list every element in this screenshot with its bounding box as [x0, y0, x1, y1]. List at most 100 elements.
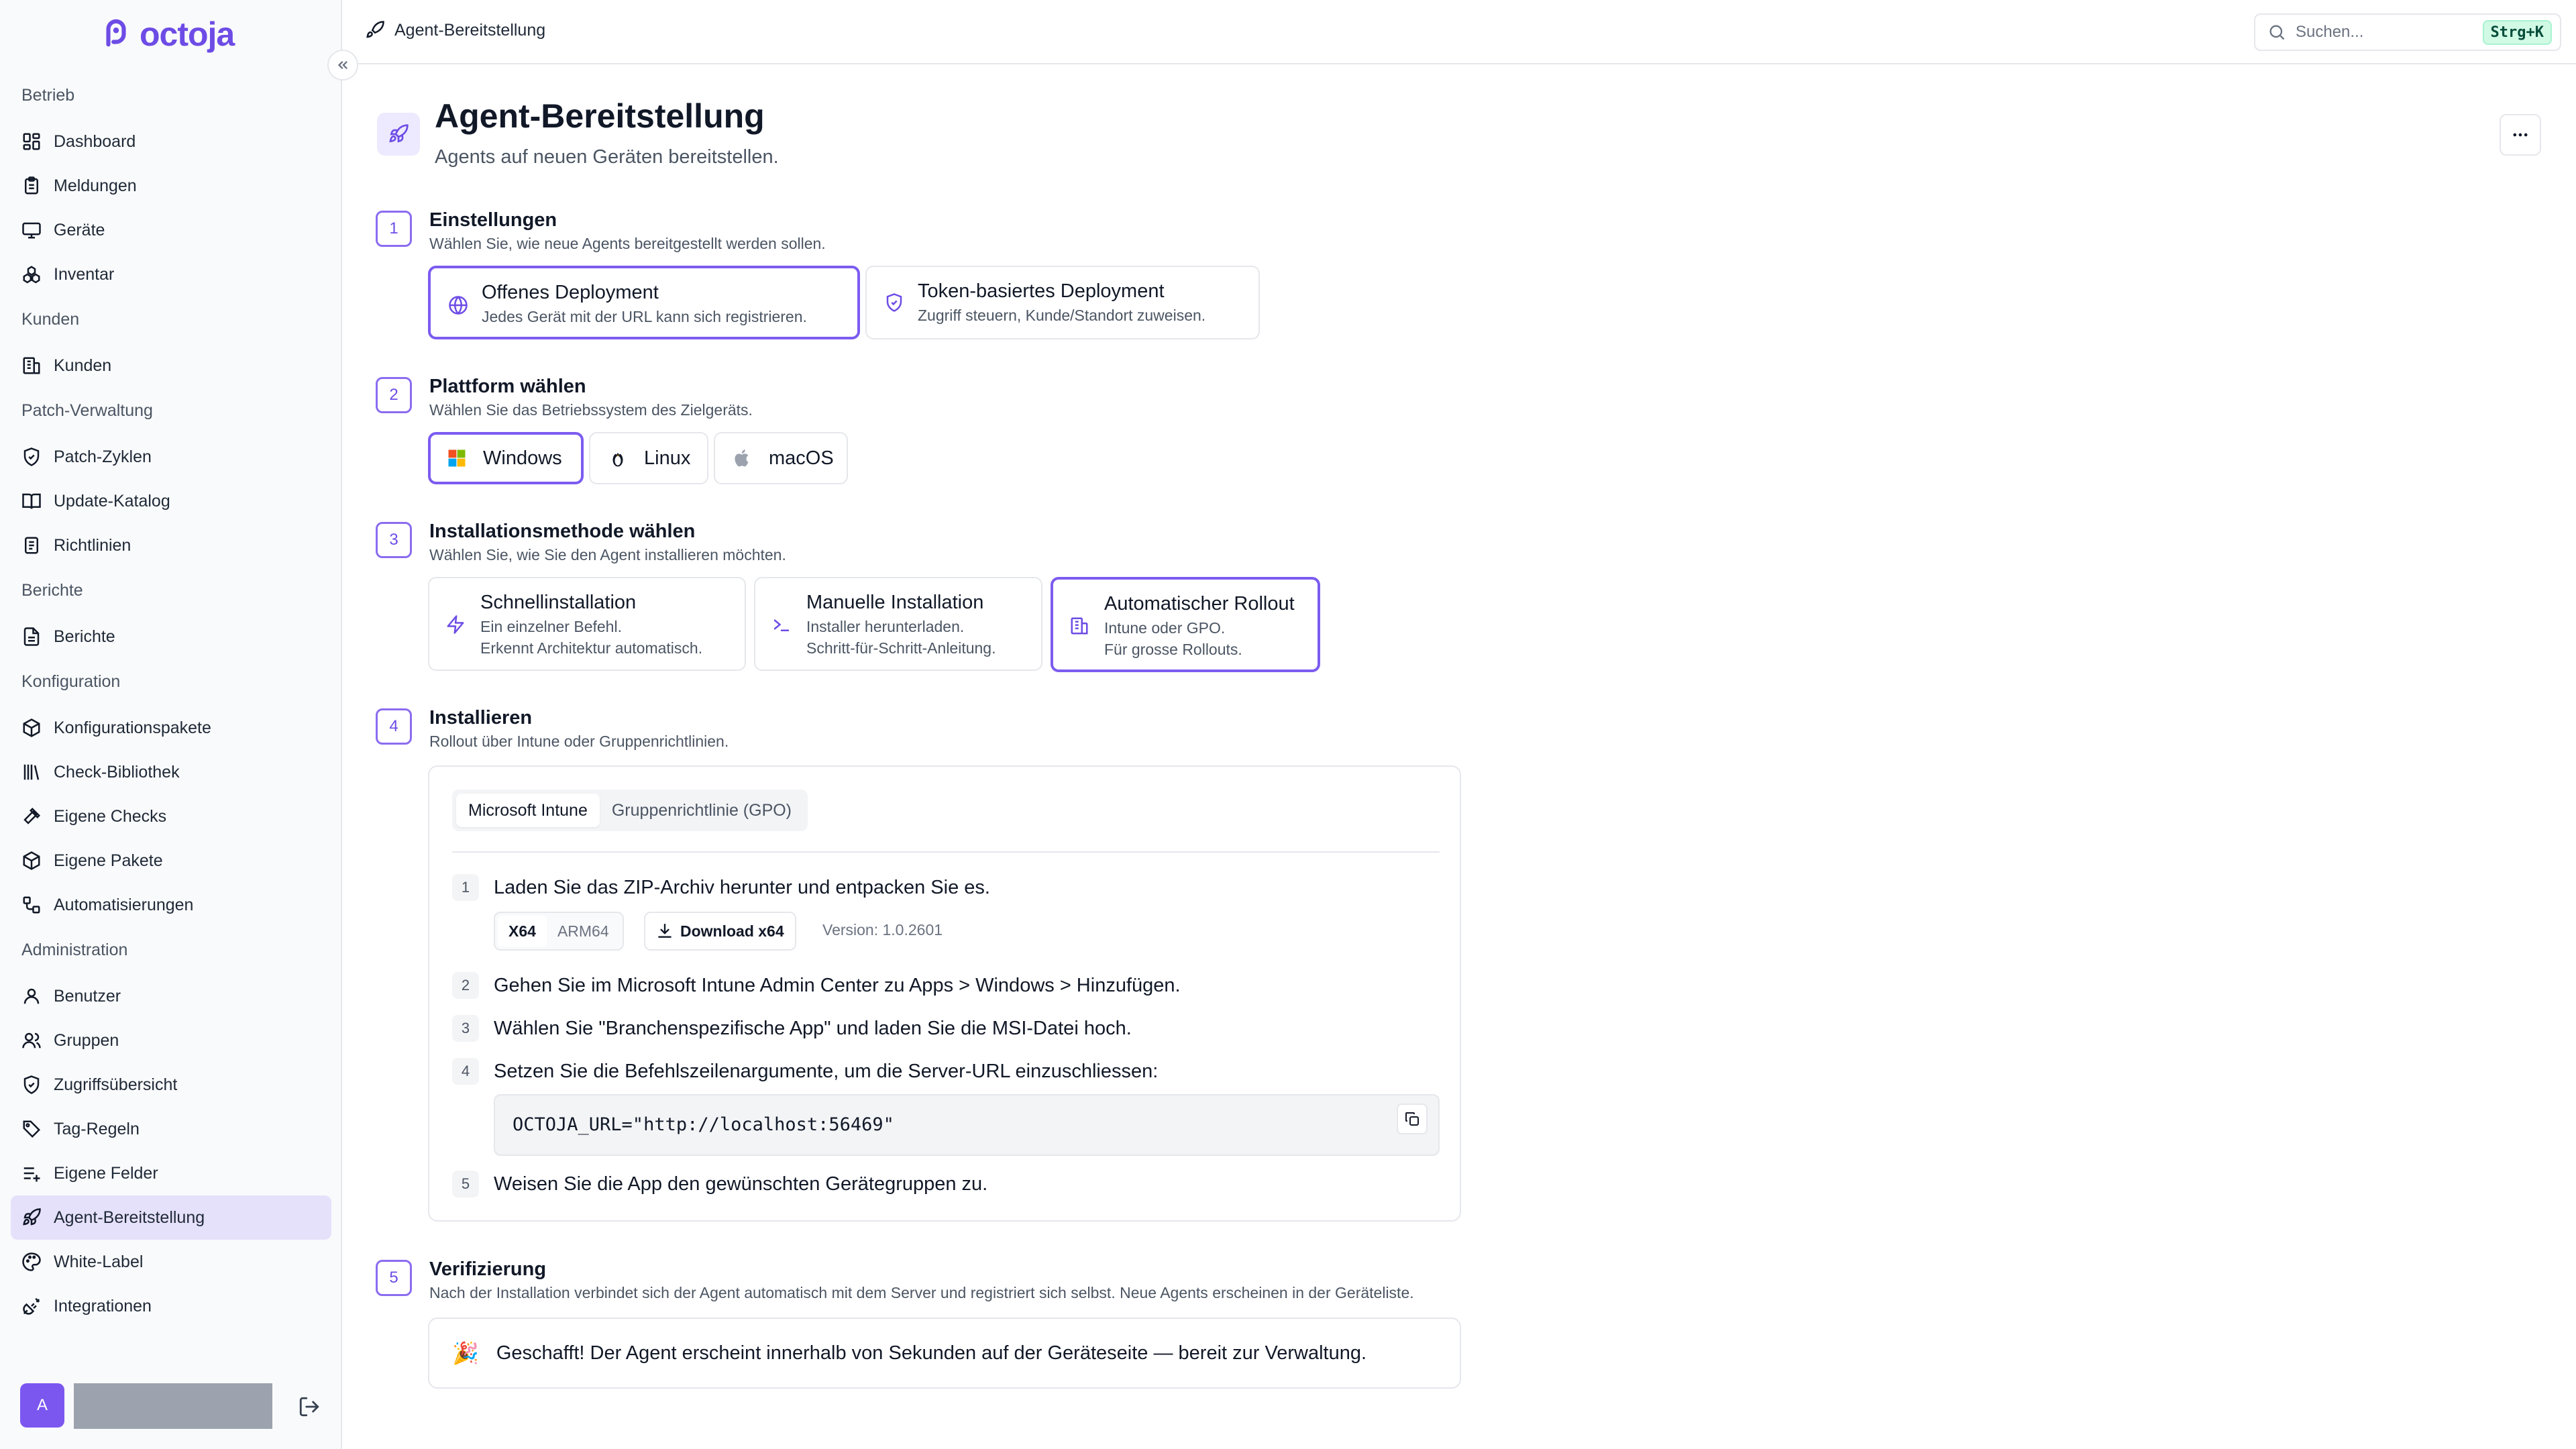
sidebar-item-inventar[interactable]: Inventar [11, 252, 331, 297]
sidebar-item-integrationen[interactable]: Integrationen [11, 1284, 331, 1328]
platform-macos[interactable]: macOS [714, 432, 848, 484]
sidebar-item-label: Automatisierungen [54, 895, 194, 914]
sidebar-item-eigene-pakete[interactable]: Eigene Pakete [11, 839, 331, 883]
sidebar-item-automatisierungen[interactable]: Automatisierungen [11, 883, 331, 927]
topbar: Agent-Bereitstellung Suchen... Strg+K [342, 0, 2576, 64]
building-icon [23, 357, 40, 374]
building-icon [1071, 617, 1088, 635]
party-popper-icon: 🎉 [452, 1341, 479, 1365]
main-content: Agent-Bereitstellung Agents auf neuen Ge… [342, 64, 2576, 1449]
sidebar-item-berichte[interactable]: Berichte [11, 614, 331, 659]
sidebar-item-label: Kunden [54, 356, 112, 375]
sidebar-item-zugriffsuebersicht[interactable]: Zugriffsübersicht [11, 1063, 331, 1107]
sidebar-item-label: Eigene Checks [54, 806, 167, 826]
download-label: Download x64 [680, 922, 784, 940]
success-text: Geschafft! Der Agent erscheint innerhalb… [496, 1342, 1367, 1364]
step-title: Installationsmethode wählen [429, 521, 696, 542]
sidebar-item-check-bibliothek[interactable]: Check-Bibliothek [11, 750, 331, 794]
platform-label: macOS [769, 447, 834, 469]
plug-icon [23, 1297, 40, 1315]
sidebar-item-label: Eigene Felder [54, 1163, 158, 1183]
sidebar-item-benutzer[interactable]: Benutzer [11, 974, 331, 1018]
hammer-icon [23, 807, 41, 824]
method-manual-install[interactable]: Manuelle Installation Installer herunter… [754, 577, 1042, 671]
sidebar-item-white-label[interactable]: White-Label [11, 1240, 331, 1284]
sidebar-item-patch-zyklen[interactable]: Patch-Zyklen [11, 435, 331, 479]
code-block: OCTOJA_URL="http://localhost:56469" [494, 1094, 1440, 1156]
platform-linux[interactable]: Linux [589, 432, 708, 484]
download-button[interactable]: Download x64 [644, 912, 796, 951]
install-instructions-card: Microsoft Intune Gruppenrichtlinie (GPO)… [428, 765, 1461, 1222]
book-icon [22, 493, 41, 509]
avatar[interactable]: A [20, 1383, 64, 1428]
instruction-number: 3 [452, 1015, 479, 1042]
platform-windows[interactable]: Windows [428, 432, 584, 484]
step-description: Wählen Sie, wie neue Agents bereitgestel… [429, 235, 826, 252]
success-message: 🎉 Geschafft! Der Agent erscheint innerha… [428, 1318, 1461, 1389]
monitor-icon [22, 222, 41, 239]
terminal-icon [773, 619, 790, 631]
sidebar-item-label: Konfigurationspakete [54, 718, 211, 737]
method-title: Automatischer Rollout [1104, 593, 1295, 614]
instruction-text: Setzen Sie die Befehlszeilenargumente, u… [494, 1061, 1159, 1082]
list-plus-icon [23, 1167, 40, 1182]
method-automatic-rollout[interactable]: Automatischer Rollout Intune oder GPO. F… [1051, 577, 1320, 672]
nav-group-title: Administration [21, 941, 128, 959]
brand-logo[interactable]: octoja [101, 15, 235, 54]
sidebar-item-label: White-Label [54, 1252, 144, 1271]
copy-button[interactable] [1397, 1104, 1428, 1134]
octoja-logo-icon [106, 19, 126, 47]
sidebar-item-update-katalog[interactable]: Update-Katalog [11, 479, 331, 523]
sidebar-item-agent-bereitstellung[interactable]: Agent-Bereitstellung [11, 1195, 331, 1240]
instruction-number: 4 [452, 1058, 479, 1085]
sidebar-item-konfigurationspakete[interactable]: Konfigurationspakete [11, 706, 331, 750]
sidebar-item-label: Richtlinien [54, 535, 131, 555]
install-tabs: Microsoft Intune Gruppenrichtlinie (GPO) [452, 790, 808, 831]
sidebar: octoja Betrieb Dashboard Meldungen Gerät… [0, 0, 342, 1449]
brand-name: octoja [140, 15, 235, 53]
step-install: 4 Installieren Rollout über Intune oder … [376, 707, 1717, 750]
instruction-text: Wählen Sie "Branchenspezifische App" und… [494, 1018, 1132, 1039]
option-token-deployment[interactable]: Token-basiertes Deployment Zugriff steue… [865, 266, 1260, 339]
sidebar-item-eigene-checks[interactable]: Eigene Checks [11, 794, 331, 839]
windows-icon [448, 449, 466, 467]
sidebar-item-label: Benutzer [54, 986, 121, 1006]
sidebar-item-richtlinien[interactable]: Richtlinien [11, 523, 331, 568]
sidebar-item-tag-regeln[interactable]: Tag-Regeln [11, 1107, 331, 1151]
sidebar-item-dashboard[interactable]: Dashboard [11, 119, 331, 164]
architecture-toggle: X64 ARM64 [494, 912, 624, 951]
page-title: Agent-Bereitstellung [435, 97, 765, 135]
instruction-text: Laden Sie das ZIP-Archiv herunter und en… [494, 877, 990, 898]
logout-icon[interactable] [298, 1395, 321, 1418]
arch-option-arm64[interactable]: ARM64 [547, 916, 620, 947]
option-title: Token-basiertes Deployment [918, 280, 1165, 302]
sidebar-item-label: Eigene Pakete [54, 851, 163, 870]
tab-microsoft-intune[interactable]: Microsoft Intune [456, 794, 600, 827]
download-icon [658, 924, 672, 938]
shield-icon [23, 1075, 40, 1094]
search-shortcut-badge: Strg+K [2482, 19, 2552, 45]
instruction-number: 2 [452, 972, 479, 999]
step-description: Wählen Sie das Betriebssystem des Zielge… [429, 401, 753, 419]
sidebar-item-eigene-felder[interactable]: Eigene Felder [11, 1151, 331, 1195]
more-options-button[interactable] [2500, 114, 2541, 156]
sidebar-item-gruppen[interactable]: Gruppen [11, 1018, 331, 1063]
method-title: Schnellinstallation [480, 592, 637, 613]
option-open-deployment[interactable]: Offenes Deployment Jedes Gerät mit der U… [428, 266, 860, 339]
tab-gpo[interactable]: Gruppenrichtlinie (GPO) [600, 794, 804, 827]
sidebar-item-kunden[interactable]: Kunden [11, 343, 331, 388]
version-label: Version: 1.0.2601 [822, 921, 943, 938]
method-quick-install[interactable]: Schnellinstallation Ein einzelner Befehl… [428, 577, 746, 671]
clipboard-icon [25, 176, 38, 195]
sidebar-item-geraete[interactable]: Geräte [11, 208, 331, 252]
search-input[interactable]: Suchen... Strg+K [2254, 13, 2561, 51]
arch-option-x64[interactable]: X64 [498, 916, 547, 947]
step-number: 5 [376, 1260, 412, 1296]
server-url-argument[interactable]: OCTOJA_URL="http://localhost:56469" [513, 1114, 894, 1135]
sidebar-item-label: Agent-Bereitstellung [54, 1208, 205, 1227]
tag-icon [23, 1120, 41, 1138]
search-icon [2269, 25, 2285, 40]
sidebar-item-meldungen[interactable]: Meldungen [11, 164, 331, 208]
collapse-sidebar-button[interactable] [327, 50, 358, 80]
linux-tux-icon [612, 452, 623, 467]
